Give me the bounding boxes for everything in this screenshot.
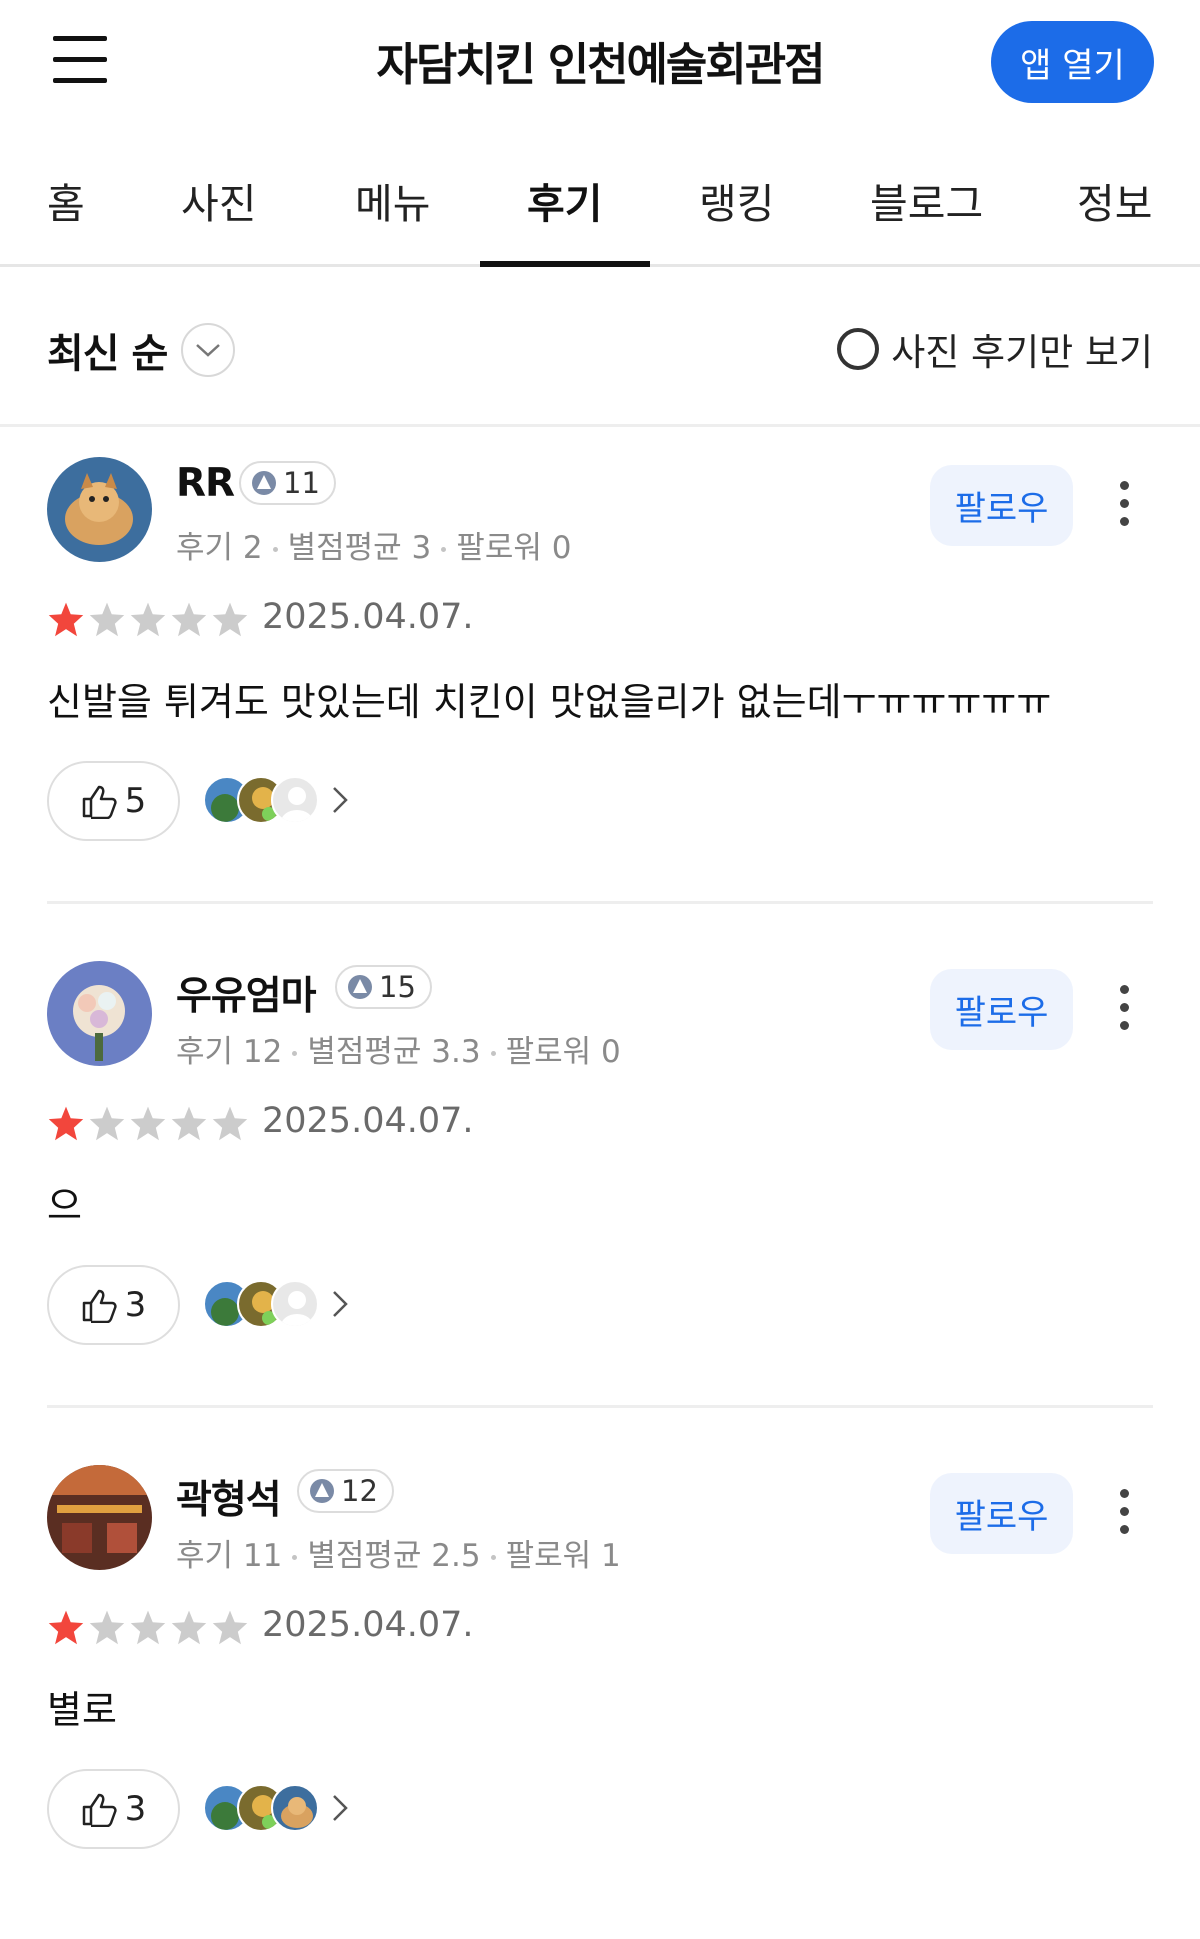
star-empty-icon [212, 602, 248, 637]
star-empty-icon [89, 602, 125, 637]
photo-only-label: 사진 후기만 보기 [891, 331, 1153, 374]
thumbs-up-icon [82, 1793, 117, 1827]
rating-stars [47, 601, 252, 637]
follower-count: 팔로워 0 [456, 530, 572, 566]
sort-label: 최신 순 [47, 331, 168, 377]
tab-blog[interactable]: 블로그 [870, 170, 983, 230]
like-button[interactable]: 3 [47, 1265, 180, 1345]
reviewer-stats: 후기 12 별점평균 3.3 팔로워 0 [176, 1026, 621, 1071]
tab-ranking[interactable]: 랭킹 [699, 170, 774, 230]
avatar[interactable] [47, 457, 152, 562]
likers-avatars[interactable] [203, 1280, 353, 1330]
tab-photos[interactable]: 사진 [181, 170, 256, 230]
star-empty-icon [130, 602, 166, 637]
rating-stars [47, 1609, 252, 1645]
level-number: 12 [341, 1474, 378, 1508]
likers-avatars[interactable] [203, 776, 353, 826]
review-text: 신발을 튀겨도 맛있는데 치킨이 맛없을리가 없는데ㅜㅠㅠㅠㅠㅠ [47, 680, 1052, 724]
star-empty-icon [130, 1610, 166, 1645]
star-empty-icon [171, 1610, 207, 1645]
open-app-button[interactable]: 앱 열기 [991, 21, 1154, 103]
top-header: 자담치킨 인천예술회관점 앱 열기 [0, 0, 1200, 125]
divider [47, 901, 1153, 904]
avatar[interactable] [47, 961, 152, 1066]
level-badge: 11 [239, 461, 336, 505]
divider [47, 1405, 1153, 1408]
level-icon [348, 975, 372, 999]
level-icon [252, 471, 276, 495]
review-text: 별로 [47, 1688, 117, 1732]
average-rating: 별점평균 2.5 [307, 1538, 481, 1574]
review-date: 2025.04.07. [262, 1605, 474, 1645]
review-card: 우유엄마 15 후기 12 별점평균 3.3 팔로워 0 팔로우 2025.04.0… [0, 931, 1200, 1435]
like-button[interactable]: 5 [47, 761, 180, 841]
like-count: 5 [124, 781, 147, 821]
star-filled-icon [48, 602, 84, 637]
reviewer-name[interactable]: RR [176, 461, 235, 506]
average-rating: 별점평균 3 [287, 530, 432, 566]
star-empty-icon [130, 1106, 166, 1141]
level-badge: 12 [297, 1469, 394, 1513]
chevron-right-icon [333, 1291, 348, 1317]
avatar [271, 1784, 319, 1832]
tab-bar: 홈 사진 메뉴 후기 랭킹 블로그 정보 [0, 125, 1200, 267]
follower-count: 팔로워 1 [505, 1538, 621, 1574]
reviewer-name[interactable]: 곽형석 [176, 1469, 282, 1525]
star-empty-icon [212, 1610, 248, 1645]
review-count: 후기 11 [176, 1538, 283, 1574]
tab-menu[interactable]: 메뉴 [355, 170, 430, 230]
star-empty-icon [212, 1106, 248, 1141]
star-empty-icon [89, 1106, 125, 1141]
level-badge: 15 [335, 965, 432, 1009]
page-title: 자담치킨 인천예술회관점 [376, 38, 825, 91]
reviewer-stats: 후기 11 별점평균 2.5 팔로워 1 [176, 1530, 621, 1575]
review-count: 후기 12 [176, 1034, 283, 1070]
like-count: 3 [124, 1789, 147, 1829]
chevron-down-icon [181, 323, 236, 377]
thumbs-up-icon [82, 1289, 117, 1323]
sort-dropdown[interactable]: 최신 순 [47, 321, 236, 379]
review-count: 후기 2 [176, 530, 263, 566]
follow-button[interactable]: 팔로우 [930, 1473, 1073, 1554]
hamburger-icon[interactable] [53, 36, 107, 84]
review-date: 2025.04.07. [262, 1101, 474, 1141]
star-empty-icon [89, 1610, 125, 1645]
radio-circle-icon[interactable] [837, 328, 880, 370]
review-date: 2025.04.07. [262, 597, 474, 637]
chevron-right-icon [333, 1795, 348, 1821]
chevron-right-icon [333, 787, 348, 813]
star-empty-icon [171, 602, 207, 637]
tab-info[interactable]: 정보 [1077, 170, 1152, 230]
tab-reviews[interactable]: 후기 [527, 170, 602, 230]
review-card: RR 11 후기 2 별점평균 3 팔로워 0 팔로우 2025.04.07. 신발… [0, 427, 1200, 931]
likers-avatars[interactable] [203, 1784, 353, 1834]
star-empty-icon [171, 1106, 207, 1141]
level-number: 11 [283, 466, 320, 500]
star-filled-icon [48, 1106, 84, 1141]
tab-home[interactable]: 홈 [47, 170, 85, 230]
avatar [271, 1280, 319, 1328]
more-options-icon[interactable] [1110, 1483, 1140, 1543]
follow-button[interactable]: 팔로우 [930, 465, 1073, 546]
review-text: 으 [47, 1184, 82, 1228]
review-card: 곽형석 12 후기 11 별점평균 2.5 팔로워 1 팔로우 2025.04.07… [0, 1435, 1200, 1939]
avatar [271, 776, 319, 824]
reviewer-name[interactable]: 우유엄마 [176, 965, 317, 1021]
sort-bar: 최신 순 사진 후기만 보기 [0, 267, 1200, 427]
follower-count: 팔로워 0 [505, 1034, 621, 1070]
average-rating: 별점평균 3.3 [307, 1034, 481, 1070]
more-options-icon[interactable] [1110, 979, 1140, 1039]
like-count: 3 [124, 1285, 147, 1325]
rating-stars [47, 1105, 252, 1141]
photo-reviews-only-toggle[interactable]: 사진 후기만 보기 [837, 322, 1153, 376]
star-filled-icon [48, 1610, 84, 1645]
thumbs-up-icon [82, 785, 117, 819]
level-icon [310, 1479, 334, 1503]
reviewer-stats: 후기 2 별점평균 3 팔로워 0 [176, 522, 571, 567]
more-options-icon[interactable] [1110, 475, 1140, 535]
follow-button[interactable]: 팔로우 [930, 969, 1073, 1050]
level-number: 15 [379, 970, 416, 1004]
avatar[interactable] [47, 1465, 152, 1570]
like-button[interactable]: 3 [47, 1769, 180, 1849]
